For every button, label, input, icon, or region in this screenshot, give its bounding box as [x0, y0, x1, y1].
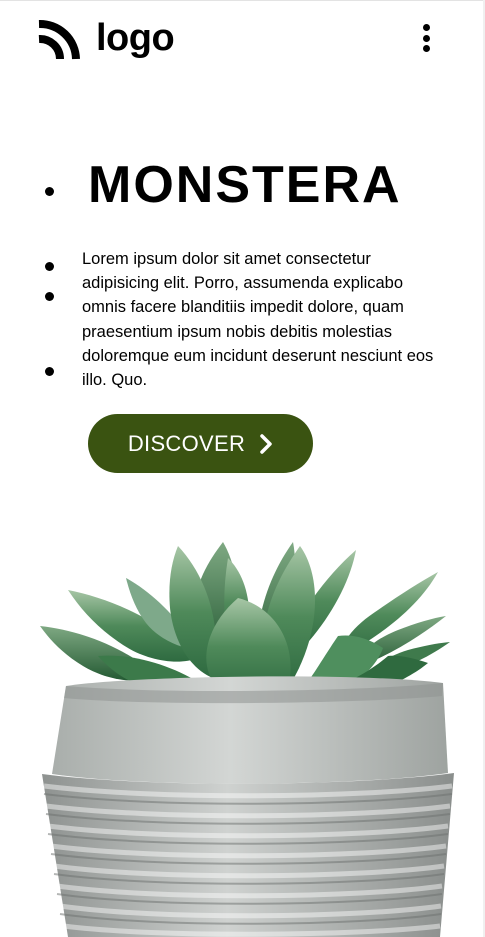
- page-title: MONSTERA: [88, 156, 402, 214]
- menu-button[interactable]: [416, 24, 436, 52]
- list-bullet: [45, 292, 54, 301]
- list-bullet: [45, 187, 54, 196]
- discover-button[interactable]: DISCOVER: [88, 414, 313, 473]
- signal-arcs-icon: [38, 19, 80, 60]
- discover-button-label: DISCOVER: [127, 430, 246, 456]
- chevron-right-icon: [260, 433, 272, 454]
- list-bullet: [45, 262, 54, 271]
- kebab-menu-icon: [422, 45, 430, 52]
- logo-text: logo: [96, 17, 175, 59]
- hero-description: Lorem ipsum dolor sit amet consectetur a…: [82, 250, 434, 390]
- logo[interactable]: logo: [36, 14, 175, 62]
- succulent-in-concrete-pot-image: [40, 542, 454, 937]
- kebab-menu-icon: [422, 34, 430, 42]
- kebab-menu-icon: [422, 24, 430, 31]
- top-border: [0, 0, 485, 1]
- list-bullet: [45, 367, 54, 376]
